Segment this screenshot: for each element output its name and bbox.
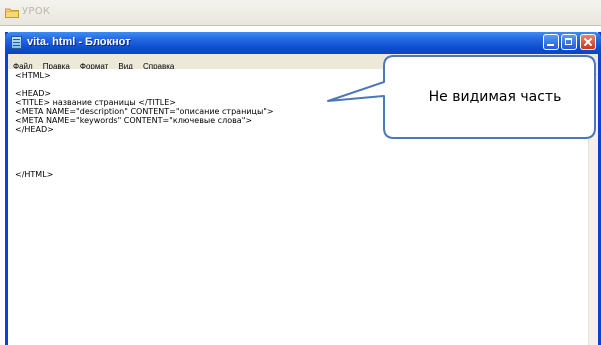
callout-label: Не видимая часть [428,89,562,105]
callout-shape [327,55,596,139]
